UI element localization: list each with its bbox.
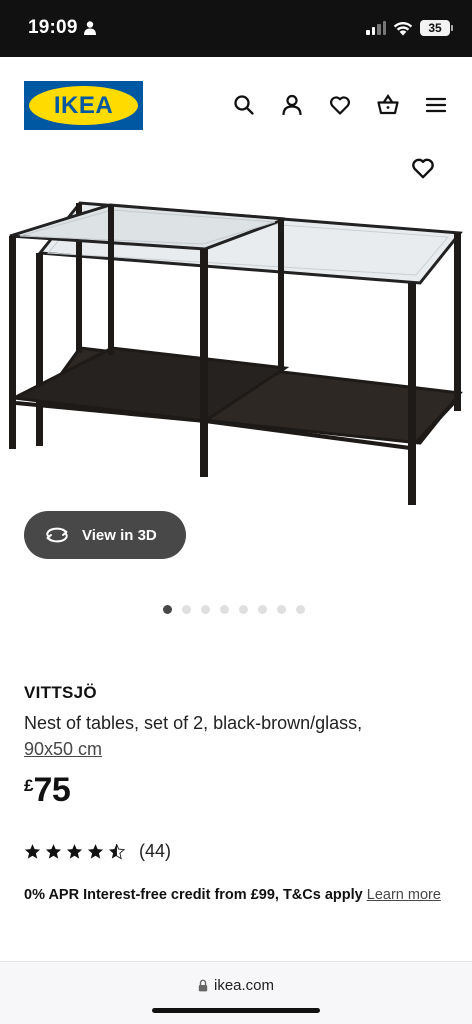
header-actions [232,93,448,117]
rating-count: (44) [139,841,172,861]
url-text: ikea.com [213,977,275,994]
carousel-dot[interactable] [296,605,305,614]
favourite-heart-icon[interactable] [410,155,436,181]
view-in-3d-button[interactable]: View in 3D [24,511,186,559]
product-rating[interactable]: (44) [24,841,171,862]
product-info: VITTSJÖ Nest of tables, set of 2, black-… [24,683,448,810]
menu-icon[interactable] [424,93,448,117]
signal-icon [366,21,386,35]
carousel-dot[interactable] [239,605,248,614]
heart-icon[interactable] [328,93,352,117]
status-time: 19:09 [28,17,78,38]
credit-info: 0% APR Interest-free credit from £99, T&… [24,884,448,906]
account-icon[interactable] [280,93,304,117]
lock-icon [198,979,208,992]
product-description: Nest of tables, set of 2, black-brown/gl… [24,713,363,733]
battery-icon: 35 [420,20,453,36]
carousel-dot[interactable] [182,605,191,614]
credit-text: 0% APR Interest-free credit from £99, T&… [24,887,363,903]
star-full-icon [66,844,83,859]
carousel-dot[interactable] [277,605,286,614]
carousel-dot[interactable] [201,605,210,614]
star-full-icon [24,844,41,859]
site-header: IKEA [0,57,472,153]
star-full-icon [87,844,104,859]
product-size-link[interactable]: 90x50 cm [24,739,102,760]
product-name: VITTSJÖ [24,683,97,702]
browser-bar: ikea.com [0,961,472,1024]
carousel-dot[interactable] [258,605,267,614]
carousel-dot[interactable] [163,605,172,614]
learn-more-link[interactable]: Learn more [367,887,441,903]
address-bar[interactable]: ikea.com [0,977,472,994]
person-icon [84,21,96,35]
basket-icon[interactable] [376,93,400,117]
wifi-icon [393,21,413,35]
status-indicators: 35 [366,20,453,36]
price-currency: £ [24,776,34,795]
logo-text: IKEA [53,91,114,119]
carousel-dot[interactable] [220,605,229,614]
logo-oval: IKEA [29,86,138,125]
price-value: 75 [33,771,71,809]
home-indicator [152,1008,320,1013]
star-half-icon [108,843,125,860]
status-bar: 19:09 35 [0,0,472,57]
view-in-3d-label: View in 3D [82,526,157,544]
ikea-logo[interactable]: IKEA [24,81,143,130]
carousel-dots [163,605,305,614]
product-image [8,201,463,505]
product-price: £ 75 [24,770,448,810]
search-icon[interactable] [232,93,256,117]
star-full-icon [45,844,62,859]
rotate-3d-icon [46,527,68,543]
